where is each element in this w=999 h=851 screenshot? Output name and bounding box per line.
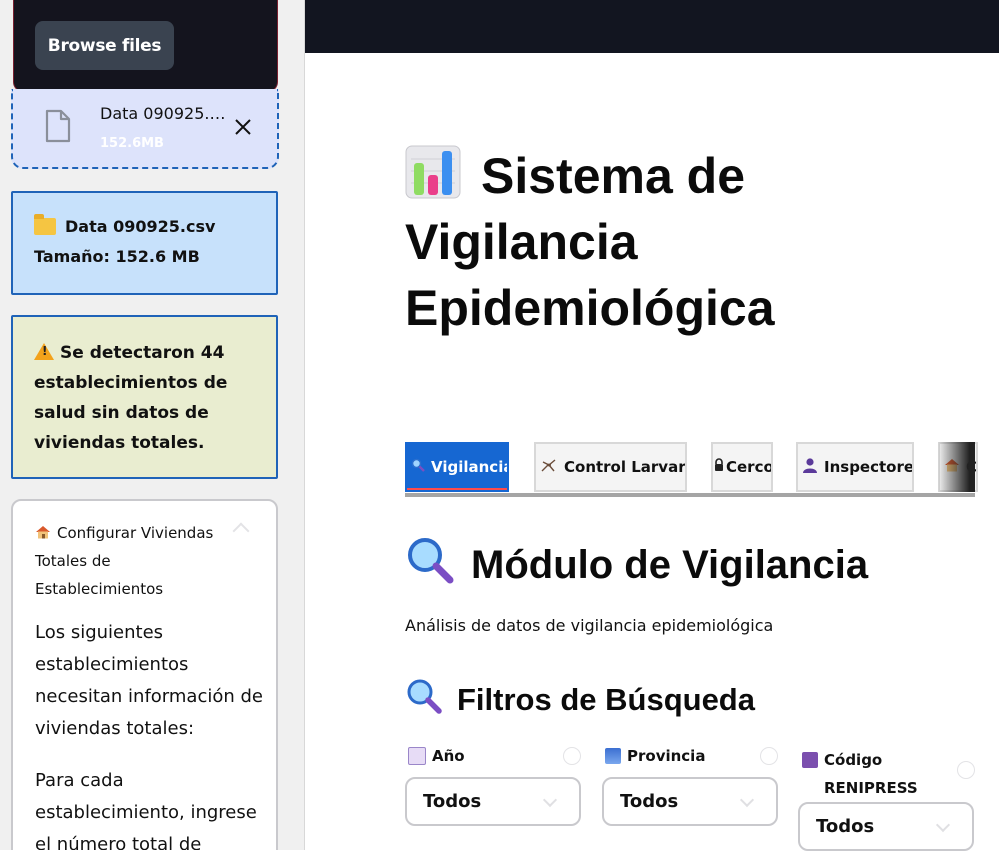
help-icon[interactable] <box>563 747 581 765</box>
expander-header[interactable]: Configurar Viviendas Totales de Establec… <box>35 519 235 603</box>
file-info-size: Tamaño: 152.6 MB <box>34 247 200 266</box>
bar-chart-icon <box>405 145 461 199</box>
module-title: Módulo de Vigilancia <box>405 536 868 594</box>
tab-cerco[interactable]: Cerco <box>711 442 773 492</box>
calendar-icon <box>408 747 426 765</box>
expander-title: Configurar Viviendas Totales de Establec… <box>35 524 214 598</box>
file-info-box: Data 090925.csv Tamaño: 152.6 MB <box>11 191 278 295</box>
warning-text: Se detectaron 44 establecimientos de sal… <box>34 343 228 453</box>
sidebar: Browse files Data 090925.csv 152.6MB Dat… <box>0 0 305 850</box>
tab-bar: Vigilancia Control Larvario Cerco Inspec… <box>405 442 978 494</box>
help-icon[interactable] <box>760 747 778 765</box>
tab-label: Vigilancia <box>431 458 509 476</box>
close-icon[interactable] <box>231 115 255 139</box>
filter-label-text: Año <box>432 747 465 765</box>
page-title: Sistema de Vigilancia Epidemiológica <box>405 143 965 341</box>
file-info-name: Data 090925.csv <box>65 217 216 236</box>
folder-icon <box>34 214 56 235</box>
province-select[interactable]: Todos <box>602 777 778 826</box>
tab-vigilancia[interactable]: Vigilancia <box>405 442 509 492</box>
filter-label-text: Provincia <box>627 747 706 765</box>
tab-inspectores[interactable]: Inspectores <box>796 442 914 492</box>
magnifier-icon <box>405 536 455 594</box>
tab-control-larvario[interactable]: Control Larvario <box>534 442 687 492</box>
chevron-up-icon[interactable] <box>232 522 250 540</box>
lock-icon <box>714 458 724 476</box>
filter-label-text: Código RENIPRESS <box>824 751 918 797</box>
filters-title: Filtros de Búsqueda <box>405 678 755 722</box>
uploaded-file-name: Data 090925.csv <box>100 104 230 123</box>
viviendas-expander[interactable]: Configurar Viviendas Totales de Establec… <box>11 499 278 850</box>
expander-paragraph-1: Los siguientes establecimientos necesita… <box>35 622 263 739</box>
chevron-down-icon <box>542 792 558 808</box>
tab-divider <box>405 493 975 497</box>
expander-paragraph-2: Para cada establecimiento, ingrese el nú… <box>35 770 257 850</box>
filter-label-renipress: Código RENIPRESS <box>802 746 942 802</box>
module-title-text: Módulo de Vigilancia <box>471 542 869 587</box>
cityscape-icon <box>605 748 621 764</box>
top-header-bar <box>305 0 999 53</box>
browse-files-button[interactable]: Browse files <box>35 21 174 70</box>
filter-label-year: Año <box>408 747 465 765</box>
house-icon <box>36 526 50 539</box>
magnifier-icon <box>405 678 443 722</box>
uploaded-file-size: 152.6MB <box>100 136 164 151</box>
help-icon[interactable] <box>957 761 975 779</box>
floppy-disk-icon <box>802 752 818 768</box>
tab-label: Cerco <box>726 458 773 476</box>
uploaded-file-card: Data 090925.csv 152.6MB <box>11 89 279 169</box>
filters-title-text: Filtros de Búsqueda <box>457 682 755 717</box>
file-icon <box>45 109 71 143</box>
warning-icon <box>34 343 54 360</box>
person-icon <box>802 457 818 477</box>
tab-scroll-fade <box>938 442 975 492</box>
mosquito-icon <box>540 457 558 477</box>
filter-label-province: Provincia <box>605 747 705 765</box>
chevron-down-icon <box>935 817 951 833</box>
magnifier-icon <box>411 458 425 476</box>
file-dropzone[interactable]: Browse files <box>13 0 278 92</box>
tab-label: Inspectores <box>824 458 914 476</box>
warning-box: Se detectaron 44 establecimientos de sal… <box>11 315 278 479</box>
select-value: Todos <box>620 791 679 812</box>
chevron-down-icon <box>739 792 755 808</box>
select-value: Todos <box>816 816 875 837</box>
module-subtitle: Análisis de datos de vigilancia epidemio… <box>405 616 774 635</box>
select-value: Todos <box>423 791 482 812</box>
tab-label: Control Larvario <box>564 458 686 476</box>
year-select[interactable]: Todos <box>405 777 581 826</box>
renipress-select[interactable]: Todos <box>798 802 974 851</box>
